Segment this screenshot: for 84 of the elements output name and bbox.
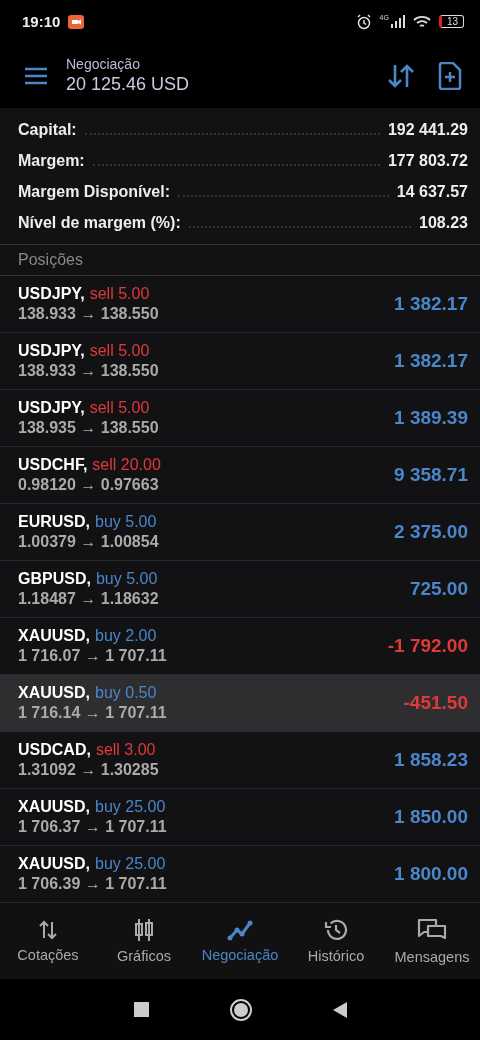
position-row[interactable]: XAUUSD, buy 25.00 1 706.37 → 1 707.11 1 850.00 xyxy=(0,788,480,846)
position-order: sell 5.00 xyxy=(89,341,150,360)
wifi-icon xyxy=(412,14,431,29)
nav-tab[interactable]: Histórico xyxy=(288,913,384,968)
line-chart-icon xyxy=(227,918,253,941)
position-row[interactable]: USDCHF, sell 20.00 0.98120 → 0.97663 9 358.71 xyxy=(0,446,480,504)
position-symbol: USDJPY, xyxy=(18,398,85,417)
position-prices: 0.98120 → 0.97663 xyxy=(18,475,160,494)
video-recorder-icon xyxy=(68,14,85,29)
position-symbol: XAUUSD, xyxy=(18,797,90,816)
position-profit: 1 850.00 xyxy=(394,805,468,828)
position-order: buy 25.00 xyxy=(95,854,166,873)
position-order: buy 0.50 xyxy=(95,683,157,702)
position-prices: 138.933 → 138.550 xyxy=(18,361,160,380)
position-row[interactable]: USDJPY, sell 5.00 138.933 → 138.550 1 382.17 xyxy=(0,332,480,390)
nav-tab[interactable]: Gráficos xyxy=(96,913,192,968)
back-icon[interactable] xyxy=(332,1001,347,1018)
history-icon xyxy=(324,917,348,942)
home-icon[interactable] xyxy=(228,997,253,1022)
position-prices: 138.935 → 138.550 xyxy=(18,418,160,437)
position-profit: 1 800.00 xyxy=(394,862,468,885)
position-symbol: GBPUSD, xyxy=(18,569,91,588)
screen-title: Negociação xyxy=(66,56,141,73)
nav-tab[interactable]: Mensagens xyxy=(384,912,480,969)
summary-label: Capital: xyxy=(18,120,77,141)
position-order: buy 5.00 xyxy=(95,569,158,588)
position-order: sell 5.00 xyxy=(89,398,150,417)
alarm-icon xyxy=(355,13,372,30)
section-title: Posições xyxy=(18,250,83,269)
position-profit: -451.50 xyxy=(403,691,468,714)
summary-value: 177 803.72 xyxy=(387,151,468,172)
position-order: buy 2.00 xyxy=(95,626,157,645)
position-prices: 1.31092 → 1.30285 xyxy=(18,760,160,779)
position-row[interactable]: GBPUSD, buy 5.00 1.18487 → 1.18632 725.00 xyxy=(0,560,480,618)
position-prices: 1.18487 → 1.18632 xyxy=(18,589,160,608)
position-symbol: USDJPY, xyxy=(18,284,85,303)
position-order: sell 20.00 xyxy=(92,455,161,474)
summary-value: 108.23 xyxy=(419,213,468,234)
position-prices: 138.933 → 138.550 xyxy=(18,304,160,323)
account-balance: 20 125.46 USD xyxy=(66,74,190,96)
summary-value: 14 637.57 xyxy=(396,182,468,203)
summary-label: Margem Disponível: xyxy=(18,182,171,203)
position-prices: 1.00379 → 1.00854 xyxy=(18,532,160,551)
position-symbol: USDCHF, xyxy=(18,455,88,474)
position-profit: 1 389.39 xyxy=(394,406,468,429)
position-order: buy 5.00 xyxy=(95,512,157,531)
position-symbol: XAUUSD, xyxy=(18,683,90,702)
position-symbol: XAUUSD, xyxy=(18,626,90,645)
position-row[interactable]: USDCAD, sell 3.00 1.31092 → 1.30285 1 858.23 xyxy=(0,731,480,789)
position-symbol: XAUUSD, xyxy=(18,854,90,873)
candlestick-icon xyxy=(133,917,155,942)
position-profit: 2 375.00 xyxy=(394,520,468,543)
position-order: sell 3.00 xyxy=(95,740,156,759)
position-prices: 1 716.14 → 1 707.11 xyxy=(18,703,168,722)
position-row[interactable]: USDJPY, sell 5.00 138.935 → 138.550 1 389.39 xyxy=(0,389,480,447)
summary-label: Nível de margem (%): xyxy=(18,213,181,234)
position-row[interactable]: USDJPY, sell 5.00 138.933 → 138.550 1 382.17 xyxy=(0,275,480,333)
signal-icon xyxy=(390,15,405,29)
position-row[interactable]: XAUUSD, buy 25.00 1 706.39 → 1 707.11 1 800.00 xyxy=(0,845,480,903)
position-profit: 1 382.17 xyxy=(394,349,468,372)
up-down-arrows-icon xyxy=(37,918,59,941)
position-profit: 1 858.23 xyxy=(394,748,468,771)
nav-tab[interactable]: Cotações xyxy=(0,914,96,967)
position-profit: 9 358.71 xyxy=(394,463,468,486)
position-profit: 1 382.17 xyxy=(394,292,468,315)
position-row[interactable]: EURUSD, buy 5.00 1.00379 → 1.00854 2 375.00 xyxy=(0,503,480,561)
position-profit: 725.00 xyxy=(409,577,468,600)
position-symbol: EURUSD, xyxy=(18,512,90,531)
summary-value: 192 441.29 xyxy=(387,120,468,141)
position-order: buy 25.00 xyxy=(95,797,166,816)
position-symbol: USDCAD, xyxy=(18,740,91,759)
position-order: sell 5.00 xyxy=(89,284,150,303)
position-prices: 1 716.07 → 1 707.11 xyxy=(18,646,168,665)
position-prices: 1 706.37 → 1 707.11 xyxy=(18,817,168,836)
position-row[interactable]: XAUUSD, buy 2.00 1 716.07 → 1 707.11 -1 792.00 xyxy=(0,617,480,675)
battery-indicator: 13 xyxy=(438,15,464,29)
position-prices: 1 706.39 → 1 707.11 xyxy=(18,874,168,893)
position-symbol: USDJPY, xyxy=(18,341,85,360)
nav-tab[interactable]: Negociação xyxy=(192,914,288,967)
summary-label: Margem: xyxy=(18,151,85,172)
status-time: 19:10 xyxy=(22,13,61,31)
position-row[interactable]: XAUUSD, buy 0.50 1 716.14 → 1 707.11 -451.50 xyxy=(0,674,480,732)
recent-apps-icon[interactable] xyxy=(133,1002,149,1018)
position-profit: -1 792.00 xyxy=(387,634,468,657)
